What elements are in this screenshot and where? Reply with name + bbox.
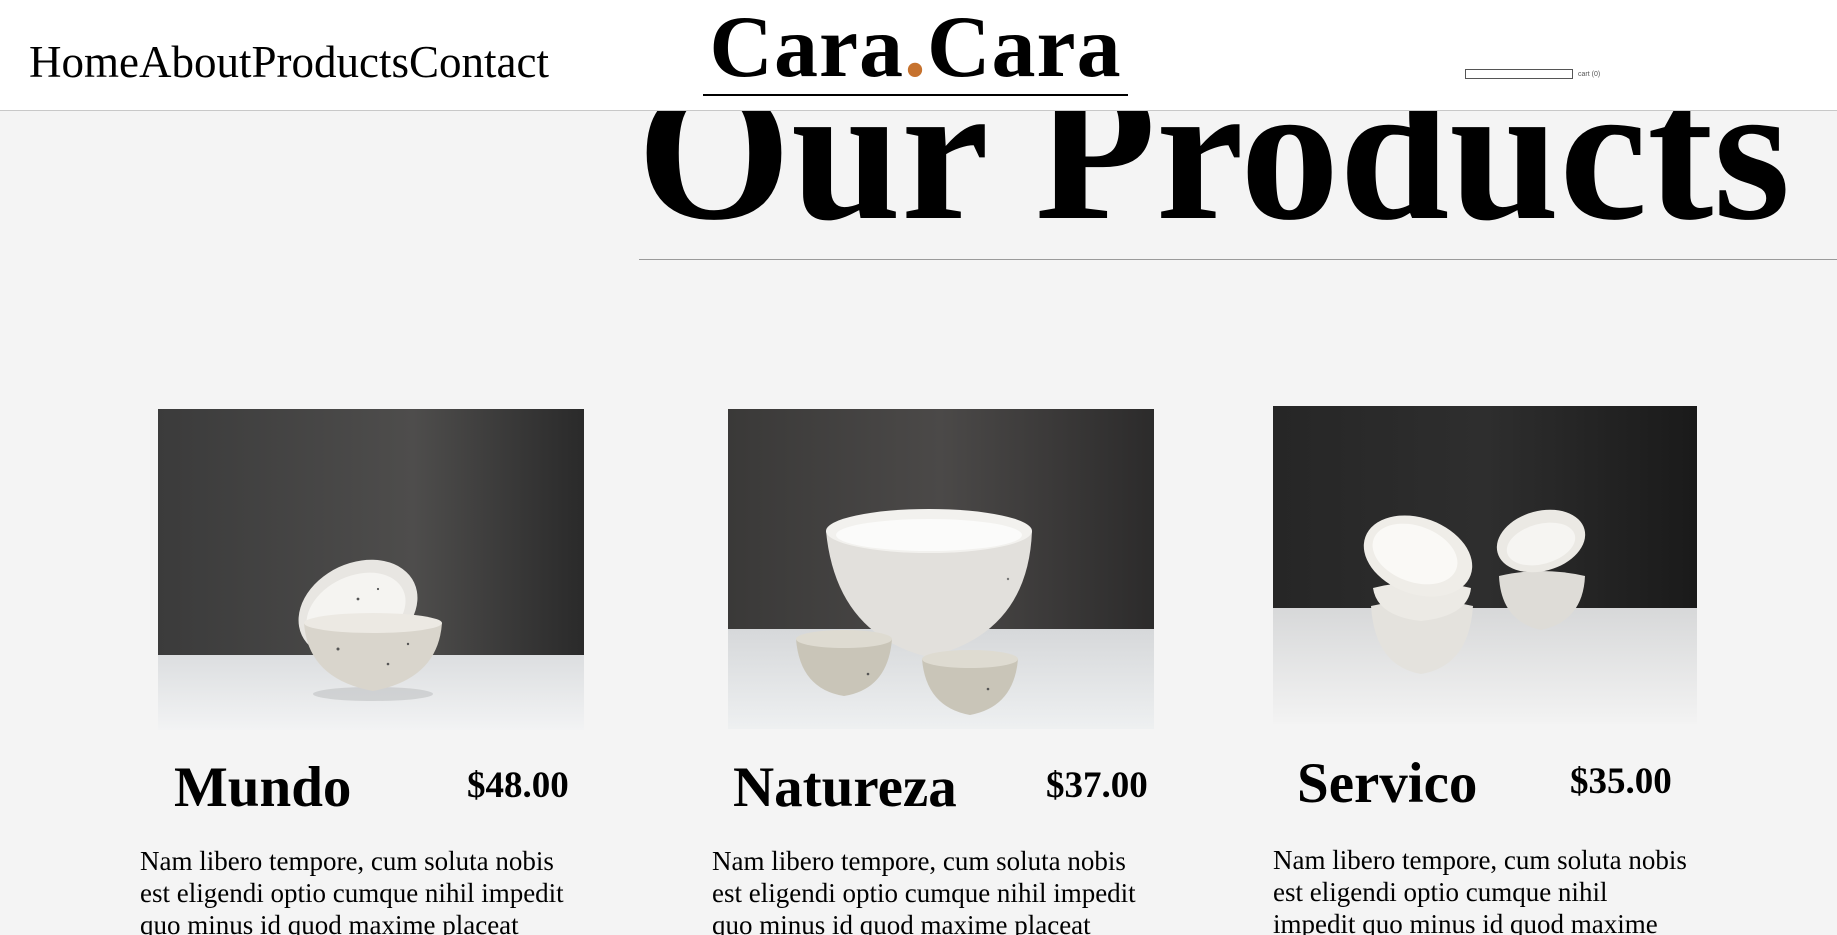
site-header: Home About Products Contact Cara.Cara ca… (0, 0, 1837, 111)
search-input[interactable] (1465, 69, 1573, 79)
product-image-mundo[interactable] (158, 409, 584, 730)
bowl-photo-natureza (728, 409, 1154, 729)
bowl-photo-mundo (158, 409, 584, 730)
product-price-mundo: $48.00 (467, 765, 569, 806)
logo-word-right: Cara (927, 0, 1122, 96)
nav-products-link[interactable]: Products (251, 36, 409, 88)
nav-about-link[interactable]: About (139, 36, 252, 88)
main-nav: Home About Products Contact (29, 36, 549, 88)
nav-contact-link[interactable]: Contact (409, 36, 549, 88)
product-name-servico[interactable]: Servico (1297, 752, 1477, 816)
product-price-natureza: $37.00 (1046, 765, 1148, 806)
product-description-mundo: Nam libero tempore, cum soluta nobis est… (140, 846, 564, 935)
cart-link[interactable]: cart (0) (1578, 71, 1600, 79)
logo-word-left: Cara (709, 0, 904, 96)
product-name-natureza[interactable]: Natureza (733, 756, 957, 820)
product-name-mundo[interactable]: Mundo (174, 756, 351, 820)
product-description-natureza: Nam libero tempore, cum soluta nobis est… (712, 846, 1136, 935)
site-logo[interactable]: Cara.Cara (703, 2, 1128, 96)
product-price-servico: $35.00 (1570, 761, 1672, 802)
logo-dot: . (904, 0, 927, 96)
product-image-servico[interactable] (1273, 406, 1697, 724)
page: Home About Products Contact Cara.Cara ca… (0, 0, 1837, 935)
product-description-servico: Nam libero tempore, cum soluta nobis est… (1273, 845, 1687, 935)
bowl-photo-servico (1273, 406, 1697, 724)
nav-home-link[interactable]: Home (29, 36, 139, 88)
product-image-natureza[interactable] (728, 409, 1154, 729)
